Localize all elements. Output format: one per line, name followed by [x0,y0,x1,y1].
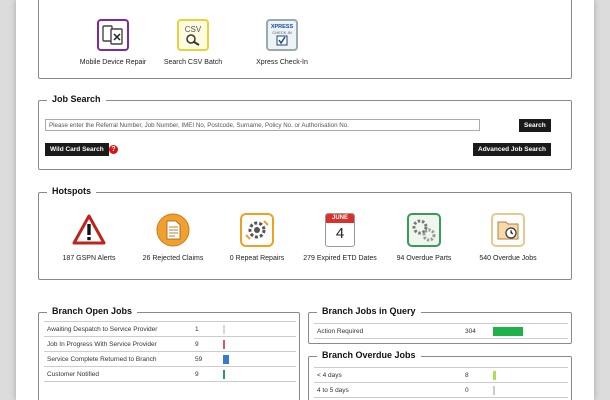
job-search-panel: Job Search Search Wild Card Search ? Adv… [38,94,572,170]
row-bar [223,369,225,379]
wild-card-search-button[interactable]: Wild Card Search [45,143,109,156]
help-icon[interactable]: ? [109,145,118,154]
row-bar [223,354,229,364]
branch-jobs-in-query-title: Branch Jobs in Query [317,306,421,316]
table-row[interactable]: Service Complete Returned to Branch 59 [44,351,296,367]
row-bar [223,339,225,349]
table-row[interactable]: 4 to 5 days 0 [314,382,568,398]
row-bar [223,324,225,334]
row-bar-cell [490,323,568,339]
hotspot-gspn-alerts[interactable]: 187 GSPN Alerts [43,213,135,262]
hotspots-title: Hotspots [47,186,96,196]
branch-jobs-in-query-panel: Branch Jobs in Query Action Required 304 [308,306,572,344]
gear-refresh-icon [240,213,274,247]
row-bar-cell [490,367,568,383]
calendar-icon: JUNE 4 [323,213,357,247]
row-label: 4 to 5 days [314,382,462,398]
search-button[interactable]: Search [519,119,551,132]
hotspot-label: 279 Expired ETD Dates [303,255,377,262]
hotspot-repeat-repairs[interactable]: 0 Repeat Repairs [211,213,303,262]
hotspot-rejected-claims[interactable]: 26 Rejected Claims [127,213,219,262]
table-row[interactable]: Customer Notified 9 [44,366,296,382]
branch-overdue-jobs-table: < 4 days 8 4 to 5 days 0 [314,367,568,398]
document-icon [156,213,190,247]
hotspot-overdue-jobs[interactable]: 540 Overdue Jobs [462,213,554,262]
tools-panel: Mobile Device Repair CSV Search CSV Batc… [38,0,572,79]
row-label: Customer Notified [44,366,192,382]
hotspot-label: 540 Overdue Jobs [479,255,537,262]
row-count: 0 [462,382,490,398]
search-csv-batch-tool[interactable]: CSV Search CSV Batch [148,19,238,66]
xpress-check-in-tool[interactable]: XPRESS CHECK-IN Xpress Check-In [237,19,327,66]
page-container: Mobile Device Repair CSV Search CSV Batc… [16,0,594,400]
hotspot-expired-etd-dates[interactable]: JUNE 4 279 Expired ETD Dates [294,213,386,262]
branch-open-jobs-title: Branch Open Jobs [47,306,138,316]
row-count: 9 [192,366,220,382]
mobile-device-repair-tool[interactable]: Mobile Device Repair [68,19,158,66]
table-row[interactable]: < 4 days 8 [314,367,568,383]
calendar-month: JUNE [326,214,354,223]
branch-jobs-in-query-table: Action Required 304 [314,323,568,339]
hotspot-label: 26 Rejected Claims [142,255,204,262]
row-bar [493,326,523,336]
row-label: Job In Progress With Service Provider [44,336,192,352]
job-search-title: Job Search [47,94,106,104]
row-bar-cell [220,366,296,382]
csv-icon-text: CSV [184,24,202,34]
branch-open-jobs-table: Awaiting Despatch to Service Provider 1 Jo… [44,321,296,382]
xpress-check-in-icon: XPRESS CHECK-IN [266,19,298,51]
hotspot-label: 187 GSPN Alerts [62,255,116,262]
row-count: 9 [192,336,220,352]
mobile-device-repair-icon [97,19,129,51]
hotspot-overdue-parts[interactable]: 94 Overdue Parts [378,213,470,262]
row-count: 59 [192,351,220,367]
csv-search-icon: CSV [177,19,209,51]
hotspots-panel: Hotspots 187 GSPN Alerts 26 Rejected Cla… [38,186,572,280]
xpress-check-in-label: Xpress Check-In [256,59,308,66]
row-label: < 4 days [314,367,462,383]
warning-icon [72,213,106,247]
row-label: Action Required [314,323,462,339]
row-label: Service Complete Returned to Branch [44,351,192,367]
row-bar [493,385,495,395]
advanced-job-search-button[interactable]: Advanced Job Search [473,143,551,156]
row-bar-cell [220,351,296,367]
hotspot-label: 0 Repeat Repairs [229,255,285,262]
job-search-input[interactable] [45,119,480,131]
branch-overdue-jobs-title: Branch Overdue Jobs [317,350,421,360]
row-bar-cell [220,336,296,352]
search-csv-batch-label: Search CSV Batch [163,59,223,66]
calendar-day: 4 [335,225,345,242]
row-bar-cell [220,321,296,337]
row-label: Awaiting Despatch to Service Provider [44,321,192,337]
table-row[interactable]: Job In Progress With Service Provider 9 [44,336,296,352]
table-row[interactable]: Awaiting Despatch to Service Provider 1 [44,321,296,337]
branch-overdue-jobs-panel: Branch Overdue Jobs < 4 days 8 4 to 5 days… [308,350,572,400]
mobile-device-repair-label: Mobile Device Repair [79,59,147,66]
table-row[interactable]: Action Required 304 [314,323,568,339]
hotspot-label: 94 Overdue Parts [396,255,452,262]
branch-open-jobs-panel: Branch Open Jobs Awaiting Despatch to Se… [38,306,300,400]
row-count: 1 [192,321,220,337]
row-count: 8 [462,367,490,383]
clock-icon [491,213,525,247]
row-bar [493,370,496,380]
row-count: 304 [462,323,490,339]
row-bar-cell [490,382,568,398]
gears-icon [407,213,441,247]
